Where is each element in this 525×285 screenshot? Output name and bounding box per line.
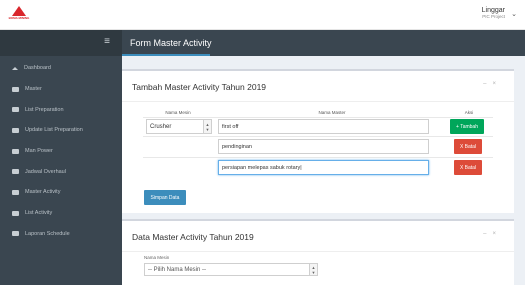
logo-text: BOMA MINING — [8, 16, 30, 20]
sidebar-menu: Dashboard Master List Preparation Update… — [0, 58, 122, 244]
panel-tools: –× — [483, 81, 502, 87]
sidebar-item-label: Man Power — [25, 148, 53, 155]
cancel-row-button[interactable]: X Batal — [454, 160, 482, 175]
sidebar-item-label: Jadwal Overhaul — [25, 168, 66, 175]
sidebar-item-man-power[interactable]: Man Power — [0, 141, 122, 162]
close-icon[interactable]: × — [492, 81, 502, 87]
home-icon — [12, 66, 18, 70]
machine-filter-value: -- Pilih Nama Mesin -- — [148, 266, 207, 273]
list-icon — [12, 86, 19, 92]
column-header-action: Aksi — [464, 110, 474, 115]
divider — [122, 101, 514, 102]
sidebar-header: ≡ — [0, 30, 122, 56]
cancel-row-button[interactable]: X Batal — [454, 139, 482, 154]
sidebar-item-label: Laporan Schedule — [25, 230, 70, 237]
sidebar-item-master[interactable]: Master — [0, 79, 122, 100]
activity-input-1[interactable]: first off — [218, 119, 429, 134]
machine-filter-select[interactable]: -- Pilih Nama Mesin -- ▲ ▼ — [144, 263, 318, 276]
column-header-master: Nama Master — [318, 110, 346, 115]
sidebar-item-update-list-preparation[interactable]: Update List Preparation — [0, 120, 122, 141]
table-divider — [143, 157, 493, 158]
sidebar-item-label: Master — [25, 86, 42, 93]
data-activity-panel: Data Master Activity Tahun 2019 –× Nama … — [122, 219, 514, 285]
chevron-down-icon[interactable]: ⌄ — [511, 10, 517, 18]
panel-title: Data Master Activity Tahun 2019 — [132, 232, 254, 242]
list-icon — [12, 189, 19, 195]
title-underline — [122, 54, 210, 56]
sidebar-item-list-activity[interactable]: List Activity — [0, 203, 122, 224]
panel-title: Tambah Master Activity Tahun 2019 — [132, 82, 267, 92]
sidebar: ≡ Dashboard Master List Preparation Upda… — [0, 30, 122, 285]
company-logo[interactable]: BOMA MINING — [8, 6, 30, 26]
list-icon — [12, 127, 19, 133]
activity-input-3[interactable]: persiapan melepas sabuk rotary| — [218, 160, 429, 175]
select-arrow-icon: ▲ ▼ — [309, 264, 317, 275]
page-title: Form Master Activity — [130, 38, 212, 48]
sidebar-item-dashboard[interactable]: Dashboard — [0, 58, 122, 79]
machine-select-value: Crusher — [150, 123, 172, 130]
machine-select[interactable]: Crusher ▲ ▼ — [146, 119, 212, 134]
column-header-machine: Nama Mesin — [165, 110, 191, 115]
save-button[interactable]: Simpan Data — [144, 190, 186, 205]
list-icon — [12, 169, 19, 175]
sidebar-item-label: Update List Preparation — [25, 127, 83, 134]
add-activity-panel: Tambah Master Activity Tahun 2019 –× Nam… — [122, 69, 514, 213]
list-icon — [12, 210, 19, 216]
list-icon — [12, 148, 19, 154]
sidebar-item-laporan-schedule[interactable]: Laporan Schedule — [0, 224, 122, 245]
activity-input-2[interactable]: pendinginan — [218, 139, 429, 154]
list-icon — [12, 231, 19, 237]
sidebar-item-label: Dashboard — [24, 65, 51, 72]
logo-triangle-icon — [12, 6, 26, 16]
divider — [122, 251, 514, 252]
user-name: Linggar — [481, 7, 505, 14]
sidebar-item-master-activity[interactable]: Master Activity — [0, 182, 122, 203]
panel-tools: –× — [483, 231, 502, 237]
table-divider — [143, 136, 493, 137]
list-icon — [12, 107, 19, 113]
close-icon[interactable]: × — [492, 231, 502, 237]
content-header: Form Master Activity — [122, 30, 525, 56]
sidebar-item-label: List Preparation — [25, 106, 64, 113]
sidebar-item-label: List Activity — [25, 210, 53, 217]
top-navbar: BOMA MINING Linggar PIC Project ⌄ — [0, 0, 525, 30]
sidebar-item-jadwal-overhaul[interactable]: Jadwal Overhaul — [0, 161, 122, 182]
add-row-button[interactable]: + Tambah — [450, 119, 484, 134]
hamburger-menu-icon[interactable]: ≡ — [104, 36, 110, 47]
user-role: PIC Project — [482, 14, 505, 19]
table-divider — [143, 117, 493, 118]
filter-label: Nama Mesin — [144, 255, 170, 260]
sidebar-item-list-preparation[interactable]: List Preparation — [0, 99, 122, 120]
select-arrow-icon: ▲ ▼ — [203, 120, 211, 133]
sidebar-item-label: Master Activity — [25, 189, 61, 196]
user-menu[interactable]: Linggar PIC Project — [482, 7, 505, 19]
